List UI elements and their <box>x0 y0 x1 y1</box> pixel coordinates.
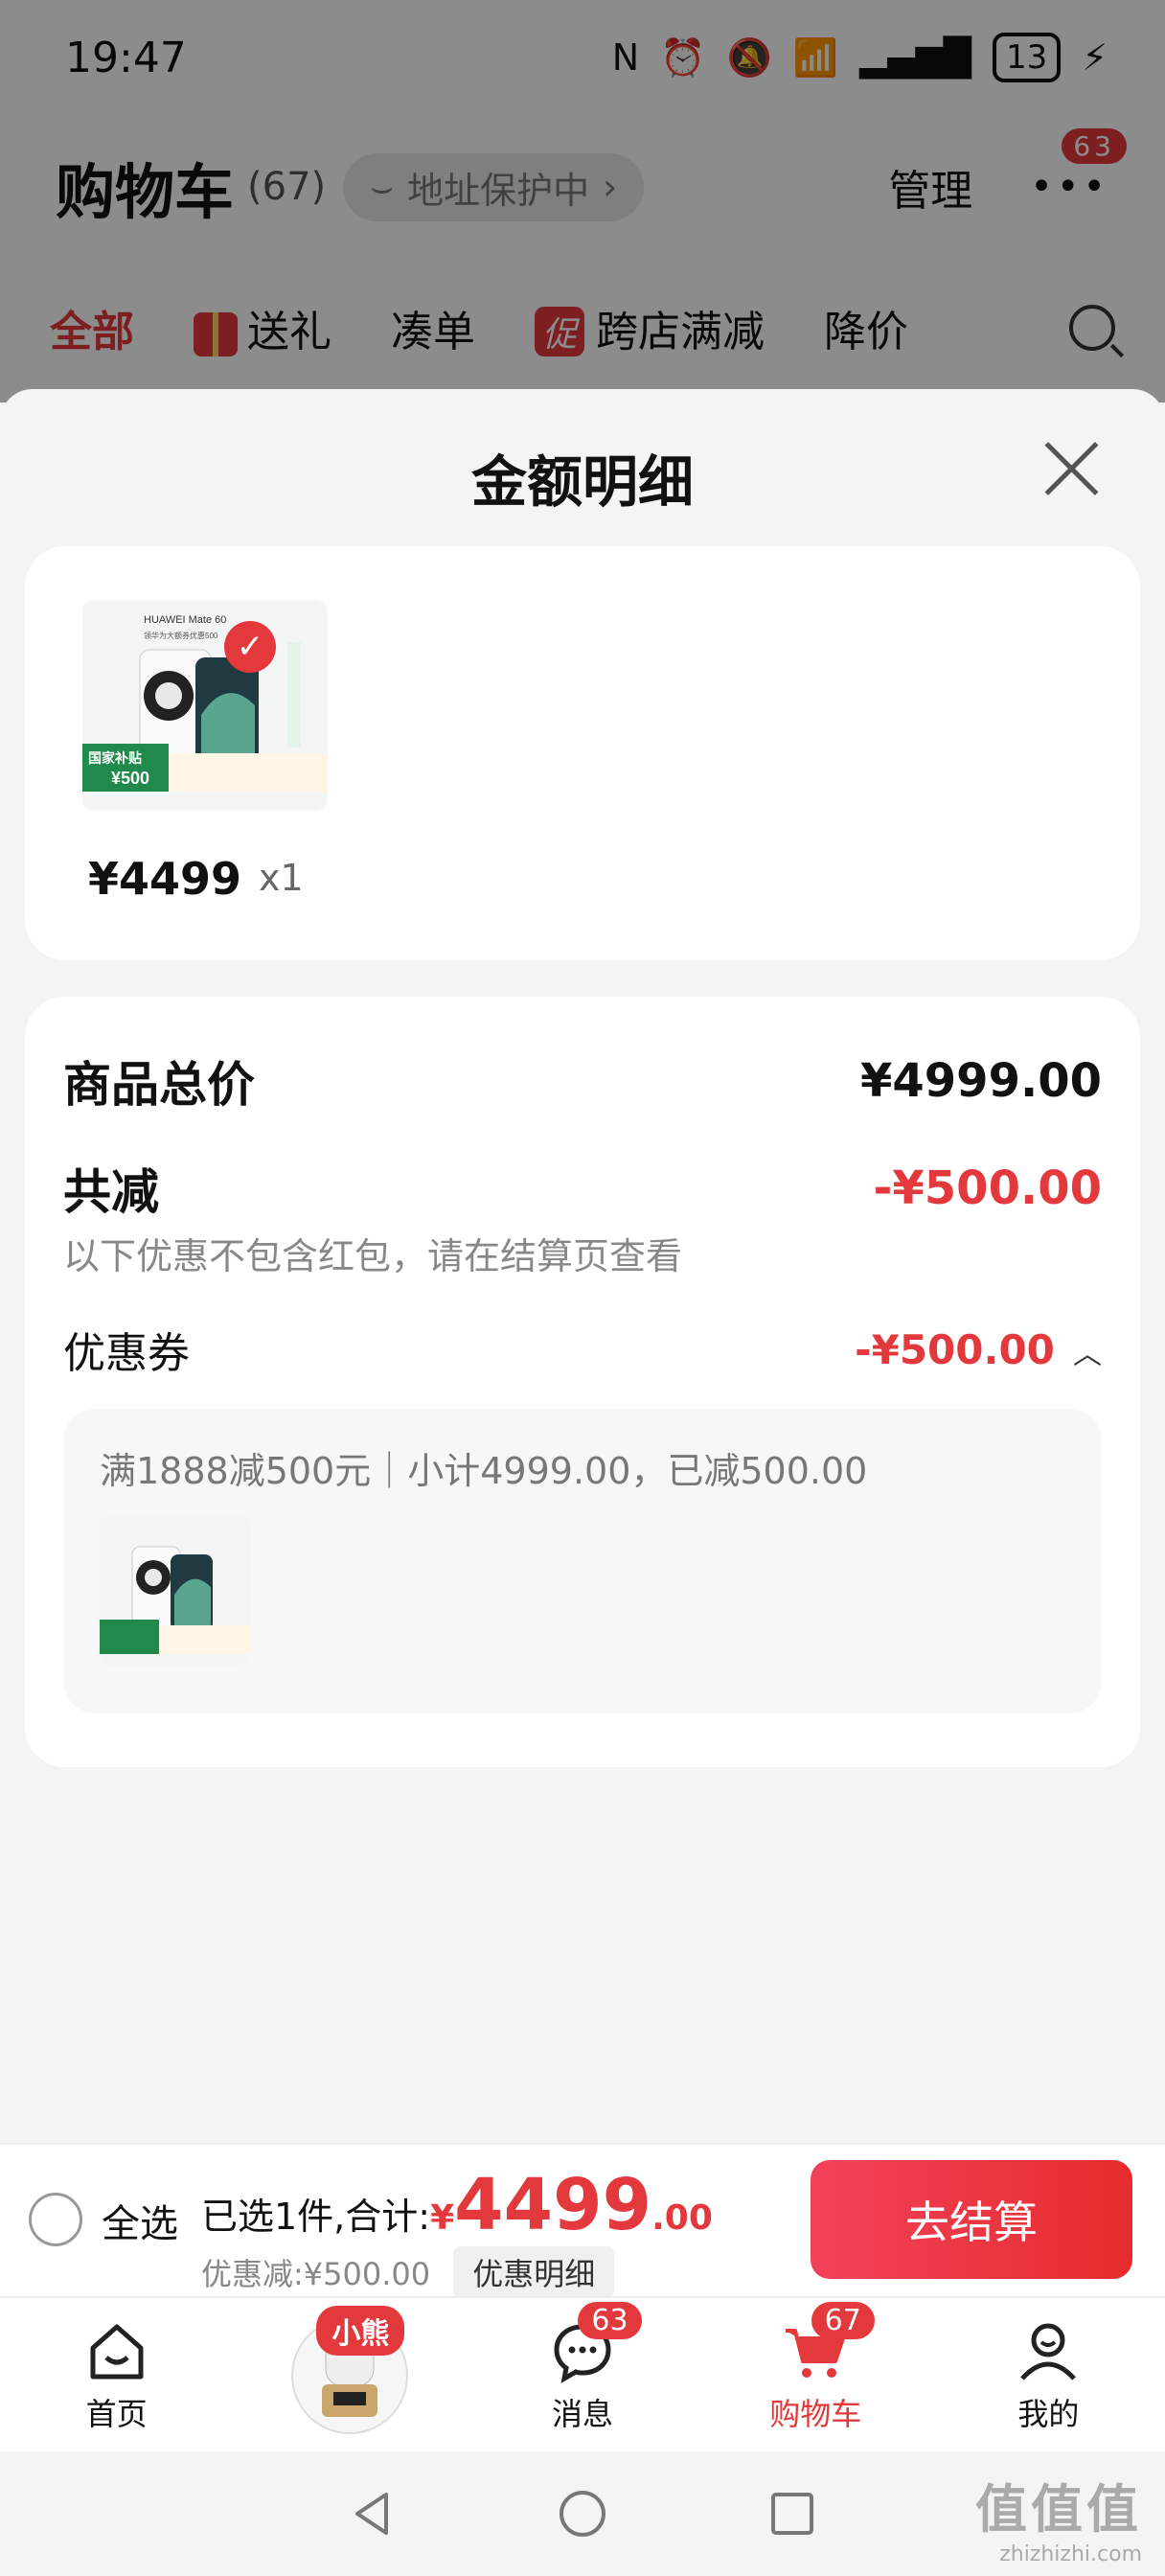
watermark-url: zhizhizhi.com <box>999 2542 1142 2566</box>
nav-home[interactable]: 首页 <box>0 2298 233 2453</box>
product-image[interactable]: HUAWEI Mate 60 领华为大额券优惠500 国家补贴 ¥500 <box>82 600 328 811</box>
reduction-row: 共减 -¥500.00 <box>63 1154 1102 1223</box>
product-quantity: x1 <box>259 857 304 899</box>
nav-profile[interactable]: 我的 <box>932 2298 1165 2453</box>
reduction-value: -¥500.00 <box>873 1162 1102 1215</box>
profile-icon <box>1020 2323 1077 2380</box>
recents-icon[interactable] <box>764 2485 821 2542</box>
checkout-button[interactable]: 去结算 <box>811 2160 1132 2279</box>
home-icon <box>90 2324 144 2380</box>
total-price-row: 商品总价 ¥4999.00 <box>63 1046 1102 1116</box>
bottom-tab-bar: 首页 小熊 消息 63 购物车 67 我的 <box>0 2296 1165 2453</box>
close-icon[interactable] <box>1042 439 1100 496</box>
modal-overlay[interactable] <box>0 0 1165 402</box>
home-circle-icon[interactable] <box>554 2485 611 2542</box>
coupon-product-thumbnail[interactable] <box>100 1514 251 1666</box>
select-all-radio[interactable] <box>29 2193 82 2246</box>
product-image-brand: HUAWEI Mate 60 <box>144 614 226 626</box>
discount-detail-button[interactable]: 优惠明细 <box>453 2246 615 2298</box>
subsidy-tag: 国家补贴 <box>88 750 142 766</box>
nav-home-label: 首页 <box>85 2396 148 2432</box>
discount-summary: 优惠减:¥500.00 优惠明细 <box>201 2246 615 2298</box>
product-image-text: 领华为大额券优惠500 <box>144 631 218 640</box>
total-price-value: ¥4999.00 <box>859 1054 1102 1108</box>
messages-badge: 63 <box>578 2302 642 2339</box>
nav-messages[interactable]: 消息 63 <box>466 2298 698 2453</box>
coupon-value: -¥500.00 <box>855 1325 1055 1373</box>
watermark: 值值值 zhizhizhi.com <box>975 2467 1142 2566</box>
amount-detail-sheet: 金额明细 HUAWEI Mate 60 领华为大额券优惠500 国家补贴 ¥50… <box>0 389 1165 2143</box>
total-currency: ¥ <box>430 2198 455 2238</box>
xiaoxiong-badge: 小熊 <box>316 2306 405 2356</box>
reduction-note: 以下优惠不包含红包，请在结算页查看 <box>63 1235 683 1277</box>
total-integer: 4499 <box>454 2164 652 2246</box>
checkout-bar: 全选 已选1件,合计:¥4499.00 优惠减:¥500.00 优惠明细 去结算 <box>0 2143 1165 2298</box>
phone-product-illustration: HUAWEI Mate 60 领华为大额券优惠500 国家补贴 ¥500 <box>82 600 328 811</box>
selection-summary: 已选1件,合计:¥4499.00 <box>201 2164 713 2246</box>
reduction-label: 共减 <box>63 1164 159 1220</box>
phone-thumbnail-illustration <box>100 1514 251 1666</box>
product-card: HUAWEI Mate 60 领华为大额券优惠500 国家补贴 ¥500 ✓ ¥… <box>25 546 1140 960</box>
product-price: ¥4499 <box>88 853 242 905</box>
price-detail-card: 商品总价 ¥4999.00 共减 -¥500.00 以下优惠不包含红包，请在结算… <box>25 997 1140 1767</box>
nav-xiaoxiong[interactable]: 小熊 <box>233 2298 466 2453</box>
coupon-label: 优惠券 <box>63 1329 190 1378</box>
sheet-title: 金额明细 <box>470 449 694 515</box>
total-decimal: .00 <box>651 2198 713 2238</box>
nav-cart[interactable]: 购物车 67 <box>699 2298 932 2453</box>
coupon-row[interactable]: 优惠券 -¥500.00 ︿ <box>63 1319 1102 1380</box>
nav-messages-label: 消息 <box>552 2396 614 2432</box>
watermark-logo: 值值值 <box>975 2479 1142 2540</box>
coupon-description: 满1888减500元｜小计4999.00，已减500.00 <box>100 1450 868 1492</box>
chevron-up-icon[interactable]: ︿ <box>1073 1330 1102 1372</box>
cart-badge: 67 <box>811 2302 875 2339</box>
total-price-label: 商品总价 <box>63 1057 255 1113</box>
subsidy-amount: ¥500 <box>111 769 149 788</box>
discount-text: 优惠减:¥500.00 <box>201 2256 431 2292</box>
coupon-detail-box: 满1888减500元｜小计4999.00，已减500.00 <box>63 1409 1102 1714</box>
selected-check-icon[interactable]: ✓ <box>224 621 276 673</box>
nav-profile-label: 我的 <box>1017 2396 1080 2432</box>
nav-cart-label: 购物车 <box>769 2396 862 2432</box>
back-icon[interactable] <box>344 2485 401 2542</box>
select-all-label[interactable]: 全选 <box>102 2193 178 2248</box>
selected-count-text: 已选1件,合计: <box>201 2196 431 2238</box>
